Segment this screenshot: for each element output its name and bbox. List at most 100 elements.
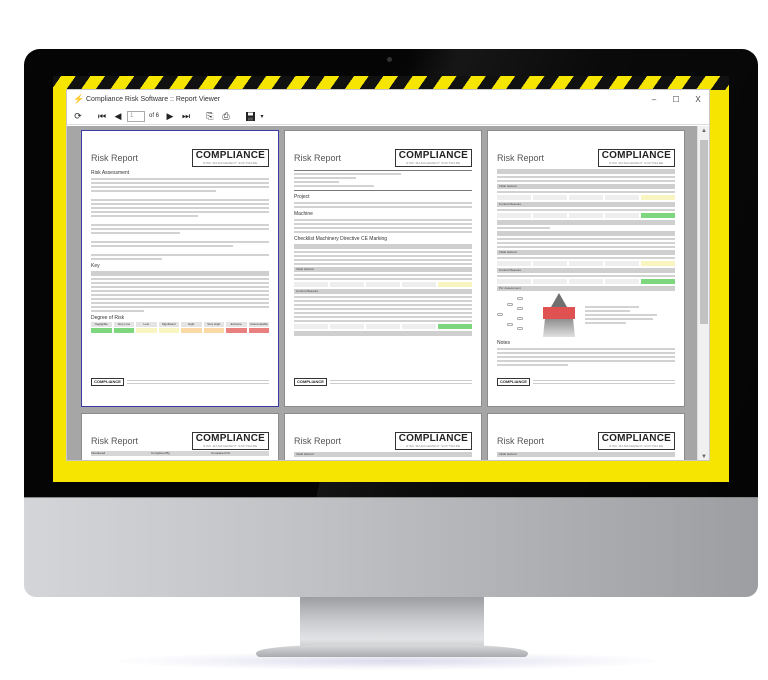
maximize-button[interactable]: ☐	[665, 90, 687, 108]
text-line	[91, 254, 269, 256]
page-header: Risk Report COMPLIANCE RISK MANAGEMENT S…	[294, 149, 472, 167]
field-row	[294, 219, 472, 221]
sign-off-bar	[294, 331, 472, 336]
logo-text: COMPLIANCE	[601, 433, 671, 444]
save-dropdown-icon[interactable]: ▾	[259, 109, 265, 123]
next-page-icon[interactable]: ▶	[163, 109, 177, 123]
footer-page-info	[253, 379, 269, 385]
window-title: Compliance Risk Software :: Report Viewe…	[86, 95, 221, 103]
text-line	[497, 360, 675, 362]
control-measure-bar: Control Measure	[497, 202, 675, 207]
risk-result-row	[294, 282, 472, 287]
field-row	[294, 223, 472, 225]
text-line	[294, 278, 472, 280]
report-toolbar: ⟳ ⏮ ◀ 1 of 6 ▶ ⏭ ⎘ ⎙ ▾	[67, 108, 709, 125]
degree-of-risk-labels: Negligible Very Low Low Significant High…	[91, 322, 269, 327]
page-number-input[interactable]: 1	[127, 110, 145, 122]
floppy-disk-icon	[245, 111, 255, 121]
field-row	[294, 181, 339, 183]
risk-label: Significant	[158, 322, 179, 327]
section-rule	[294, 190, 472, 191]
text-line	[91, 215, 198, 217]
last-page-icon[interactable]: ⏭	[179, 109, 193, 123]
key-table-header	[91, 271, 269, 276]
first-page-icon[interactable]: ⏮	[95, 109, 109, 123]
column-header: Introduced	[91, 451, 106, 455]
sign-off-header: Introduced Completed By Completed On	[91, 451, 269, 456]
text-line	[497, 356, 675, 358]
scroll-down-icon[interactable]: ▼	[698, 452, 709, 460]
report-page-1[interactable]: Risk Report COMPLIANCE RISK MANAGEMENT S…	[82, 131, 278, 406]
title-bar[interactable]: ⚡ Compliance Risk Software :: Report Vie…	[67, 90, 709, 108]
monitor-foot	[256, 645, 528, 657]
text-line	[294, 251, 472, 253]
section-title: Project	[294, 194, 310, 200]
text-line	[497, 176, 675, 178]
initial-hazard-bar: Initial Hazard	[497, 250, 675, 255]
section-title: Machine	[294, 211, 313, 217]
minimize-button[interactable]: –	[643, 90, 665, 108]
vertical-scrollbar[interactable]: ▲ ▼	[697, 126, 709, 460]
report-title: Risk Report	[497, 436, 545, 446]
report-title: Risk Report	[294, 153, 342, 163]
report-preview-area[interactable]: Risk Report COMPLIANCE RISK MANAGEMENT S…	[67, 126, 699, 460]
footer-page-info	[456, 379, 472, 385]
page-header: Risk Report COMPLIANCE RISK MANAGEMENT S…	[91, 149, 269, 167]
text-line	[497, 191, 675, 193]
close-button[interactable]: X	[687, 90, 709, 108]
initial-hazard-bar: Initial Hazard	[294, 452, 472, 457]
text-line	[497, 238, 675, 240]
report-page-4[interactable]: Risk Report COMPLIANCE RISK MANAGEMENT S…	[82, 414, 278, 460]
report-page-6[interactable]: Risk Report COMPLIANCE RISK MANAGEMENT S…	[488, 414, 684, 460]
text-line	[294, 263, 472, 265]
refresh-icon[interactable]: ⟳	[71, 109, 85, 123]
text-line	[497, 257, 675, 259]
section-title: Risk Assessment	[91, 170, 130, 176]
page-setup-icon[interactable]: ⎘	[203, 109, 217, 123]
save-icon[interactable]	[243, 109, 257, 123]
risk-label: Unacceptable	[248, 322, 269, 327]
risk-graph-tree	[497, 293, 533, 337]
notes-title: Notes	[497, 340, 511, 346]
risk-color-swatch	[158, 328, 179, 333]
print-icon[interactable]: ⎙	[219, 109, 233, 123]
camera-icon	[387, 57, 392, 62]
report-page-3[interactable]: Risk Report COMPLIANCE RISK MANAGEMENT S…	[488, 131, 684, 406]
text-line	[91, 182, 269, 184]
scroll-up-icon[interactable]: ▲	[698, 126, 709, 136]
window-controls: – ☐ X	[643, 90, 709, 108]
report-page-5[interactable]: Risk Report COMPLIANCE RISK MANAGEMENT S…	[285, 414, 481, 460]
text-line	[294, 312, 472, 314]
monitor-mockup: ⚡ Compliance Risk Software :: Report Vie…	[0, 0, 768, 680]
field-row	[294, 206, 472, 208]
compliance-logo: COMPLIANCE RISK MANAGEMENT SOFTWARE	[394, 432, 472, 450]
sign-off-bar	[497, 220, 675, 225]
table-row	[91, 302, 269, 304]
table-row	[91, 278, 269, 280]
text-line	[294, 308, 472, 310]
scrollbar-thumb[interactable]	[700, 140, 708, 324]
risk-result-row	[497, 279, 675, 284]
field-row	[294, 177, 357, 179]
table-row	[91, 306, 269, 308]
text-line	[91, 178, 269, 180]
compliance-logo: COMPLIANCE RISK MANAGEMENT SOFTWARE	[191, 149, 269, 167]
risk-label: Very Low	[113, 322, 134, 327]
initial-hazard-bar: Initial Hazard	[497, 184, 675, 189]
table-row	[91, 282, 269, 284]
risk-color-swatch	[91, 328, 112, 333]
logo-subtitle: RISK MANAGEMENT SOFTWARE	[406, 161, 461, 165]
table-row	[91, 294, 269, 296]
previous-page-icon[interactable]: ◀	[111, 109, 125, 123]
column-header: Completed On	[211, 451, 231, 455]
logo-text: COMPLIANCE	[398, 433, 468, 444]
degree-of-risk-title: Degree of Risk	[91, 315, 125, 321]
risk-label: Low	[136, 322, 157, 327]
section-bar	[294, 244, 472, 249]
logo-text: COMPLIANCE	[398, 150, 468, 161]
compliance-logo: COMPLIANCE RISK MANAGEMENT SOFTWARE	[597, 432, 675, 450]
footer-page-info	[659, 379, 675, 385]
risk-result-row	[497, 195, 675, 200]
plr-diagram	[497, 293, 675, 337]
report-page-2[interactable]: Risk Report COMPLIANCE RISK MANAGEMENT S…	[285, 131, 481, 406]
